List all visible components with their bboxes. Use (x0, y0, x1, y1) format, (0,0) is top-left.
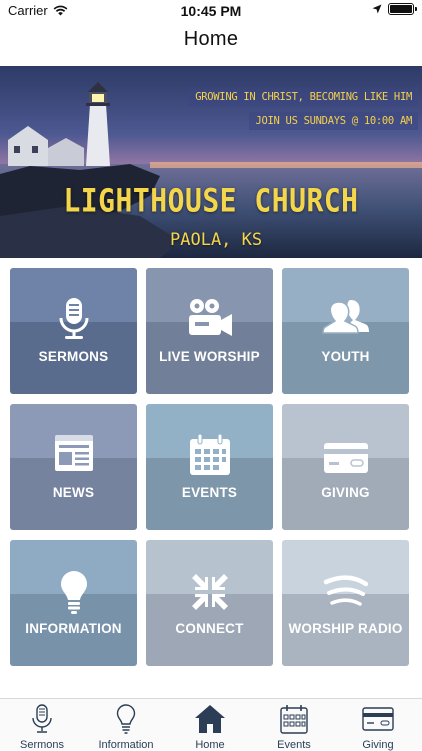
tab-home[interactable]: Home (168, 703, 252, 751)
hero-tagline-1: GROWING IN CHRIST, BECOMING LIKE HIM (189, 88, 418, 106)
tile-label: GIVING (321, 485, 370, 500)
newspaper-icon (10, 434, 137, 472)
microphone-icon (10, 298, 137, 340)
tab-label: Sermons (19, 739, 65, 751)
lightbulb-icon (84, 703, 168, 735)
tile-label: EVENTS (181, 485, 238, 500)
tab-bar: Sermons Information Home Events Giving (0, 698, 422, 751)
tile-label: INFORMATION (25, 621, 122, 636)
tile-sermons[interactable]: SERMONS (10, 268, 137, 394)
tile-label: CONNECT (175, 621, 244, 636)
tile-label: SERMONS (38, 349, 109, 364)
church-city: PAOLA, KS (170, 230, 263, 250)
tile-label: WORSHIP RADIO (288, 621, 403, 636)
tile-events[interactable]: EVENTS (146, 404, 273, 530)
tab-sermons[interactable]: Sermons (0, 703, 84, 751)
tile-live-worship[interactable]: LIVE WORSHIP (146, 268, 273, 394)
arrows-inward-icon (146, 572, 273, 612)
tab-label: Events (277, 739, 311, 751)
tile-label: LIVE WORSHIP (159, 349, 260, 364)
hero-tagline-2: JOIN US SUNDAYS @ 10:00 AM (249, 112, 418, 130)
church-name: LIGHTHOUSE CHURCH (63, 181, 359, 220)
calendar-icon (146, 434, 273, 476)
hero-banner: GROWING IN CHRIST, BECOMING LIKE HIM JOI… (0, 66, 422, 258)
tab-events[interactable]: Events (252, 703, 336, 751)
tab-label: Information (98, 739, 154, 751)
tab-information[interactable]: Information (84, 703, 168, 751)
location-arrow-icon (372, 4, 382, 14)
tile-connect[interactable]: CONNECT (146, 540, 273, 666)
status-bar: Carrier 10:45 PM (0, 0, 422, 22)
tile-youth[interactable]: YOUTH (282, 268, 409, 394)
battery-icon (388, 3, 417, 15)
credit-card-icon (336, 703, 420, 735)
video-camera-icon (146, 298, 273, 338)
status-time: 10:45 PM (180, 3, 242, 19)
tile-giving[interactable]: GIVING (282, 404, 409, 530)
lightbulb-icon (10, 570, 137, 614)
status-right (372, 3, 417, 15)
tab-label: Home (195, 739, 225, 751)
house-icon (168, 703, 252, 735)
credit-card-icon (282, 442, 409, 474)
tab-label: Giving (362, 739, 394, 751)
tab-giving[interactable]: Giving (336, 703, 420, 751)
tile-label: NEWS (52, 485, 95, 500)
page-title: Home (183, 28, 239, 50)
tile-information[interactable]: INFORMATION (10, 540, 137, 666)
radio-waves-icon (282, 574, 409, 610)
tile-worship-radio[interactable]: WORSHIP RADIO (282, 540, 409, 666)
microphone-icon (0, 703, 84, 735)
tile-news[interactable]: NEWS (10, 404, 137, 530)
tile-label: YOUTH (321, 349, 370, 364)
people-icon (282, 298, 409, 334)
calendar-icon (252, 703, 336, 735)
